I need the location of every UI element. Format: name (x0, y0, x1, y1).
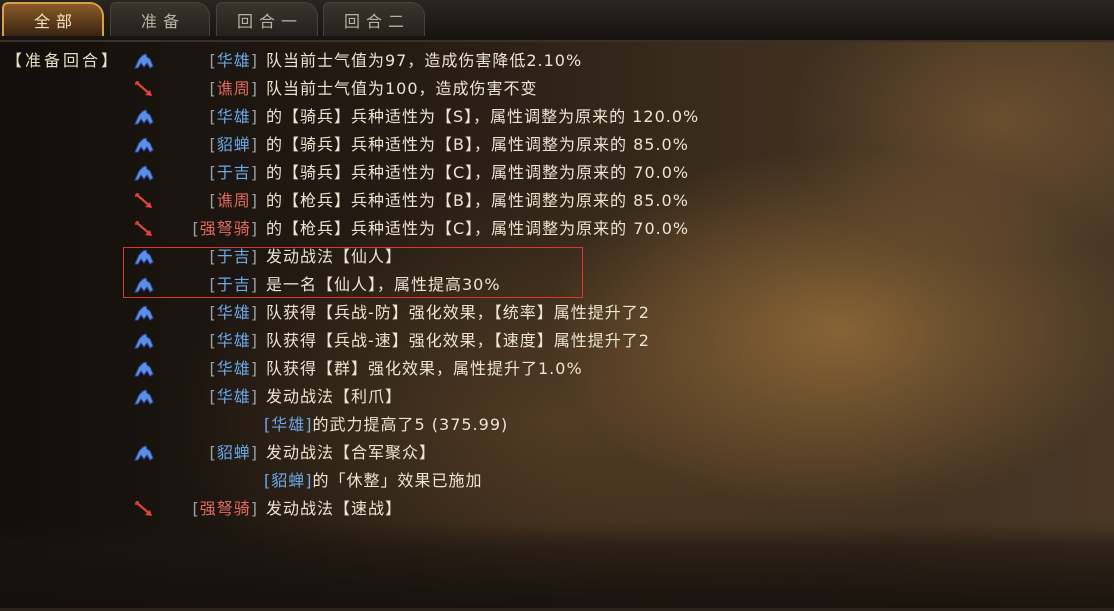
log-subtext: [貂蝉]的「休整」效果已施加 (264, 471, 483, 490)
log-text: 队获得【兵战-防】强化效果，【统率】属性提升了2 (266, 303, 650, 322)
log-row: [华雄] 队获得【兵战-防】强化效果，【统率】属性提升了2 (0, 299, 1114, 327)
blue-horse-icon (134, 361, 154, 377)
red-arrow-icon (135, 193, 152, 208)
blue-horse-icon (134, 53, 154, 69)
log-row: [貂蝉] 的【骑兵】兵种适性为【B】，属性调整为原来的 85.0% (0, 131, 1114, 159)
log-text: 队当前士气值为97，造成伤害降低2.10% (266, 51, 583, 70)
tab-all[interactable]: 全部 (2, 2, 104, 36)
general-name[interactable]: [于吉] (209, 159, 258, 187)
general-name[interactable]: [谯周] (209, 75, 258, 103)
general-name[interactable]: [华雄] (264, 415, 313, 434)
red-arrow-icon (135, 501, 152, 516)
blue-horse-icon (134, 109, 154, 125)
general-name[interactable]: [华雄] (209, 47, 258, 75)
tab-label: 回合二 (343, 11, 410, 31)
log-row: [华雄]的武力提高了5 (375.99) (0, 411, 1114, 439)
blue-horse-icon (134, 333, 154, 349)
tab-label: 准备 (140, 11, 185, 31)
bottom-fade (0, 522, 1114, 611)
log-text: 队获得【兵战-速】强化效果，【速度】属性提升了2 (266, 331, 650, 350)
general-name[interactable]: [华雄] (209, 299, 258, 327)
log-row: [华雄] 队当前士气值为97，造成伤害降低2.10% (0, 47, 1114, 75)
blue-horse-icon (134, 305, 154, 321)
blue-horse-icon (134, 165, 154, 181)
log-text: 发动战法【合军聚众】 (266, 443, 437, 462)
tab-label: 回合一 (236, 11, 303, 31)
tab-prepare[interactable]: 准备 (110, 2, 210, 36)
log-row: [华雄] 发动战法【利爪】 (0, 383, 1114, 411)
log-text: 发动战法【利爪】 (266, 387, 403, 406)
tab-round-two[interactable]: 回合二 (323, 2, 425, 36)
log-row: [于吉] 的【骑兵】兵种适性为【C】，属性调整为原来的 70.0% (0, 159, 1114, 187)
log-text: 的【骑兵】兵种适性为【S】，属性调整为原来的 120.0% (266, 107, 700, 126)
log-row: [谯周] 队当前士气值为100，造成伤害不变 (0, 75, 1114, 103)
general-name[interactable]: [强弩骑] (192, 215, 258, 243)
tab-label: 全部 (33, 12, 78, 31)
log-subtext: [华雄]的武力提高了5 (375.99) (264, 415, 509, 434)
log-row: [谯周] 的【枪兵】兵种适性为【B】，属性调整为原来的 85.0% (0, 187, 1114, 215)
red-arrow-icon (135, 81, 152, 96)
general-name[interactable]: [华雄] (209, 355, 258, 383)
log-row: [华雄] 的【骑兵】兵种适性为【S】，属性调整为原来的 120.0% (0, 103, 1114, 131)
highlight-box (123, 247, 583, 298)
general-name[interactable]: [貂蝉] (209, 131, 258, 159)
log-row: [强弩骑] 的【枪兵】兵种适性为【C】，属性调整为原来的 70.0% (0, 215, 1114, 243)
general-name[interactable]: [强弩骑] (192, 495, 258, 523)
general-name[interactable]: [华雄] (209, 327, 258, 355)
general-name[interactable]: [华雄] (209, 103, 258, 131)
log-text: 的【骑兵】兵种适性为【B】，属性调整为原来的 85.0% (266, 135, 689, 154)
log-row: [貂蝉]的「休整」效果已施加 (0, 467, 1114, 495)
blue-horse-icon (134, 137, 154, 153)
log-row: [貂蝉] 发动战法【合军聚众】 (0, 439, 1114, 467)
general-name[interactable]: [谯周] (209, 187, 258, 215)
log-row: [华雄] 队获得【兵战-速】强化效果，【速度】属性提升了2 (0, 327, 1114, 355)
blue-horse-icon (134, 389, 154, 405)
log-text: 的【枪兵】兵种适性为【C】，属性调整为原来的 70.0% (266, 219, 690, 238)
general-name[interactable]: [华雄] (209, 383, 258, 411)
tab-bar: 全部 准备 回合一 回合二 (0, 0, 1114, 42)
general-name[interactable]: [貂蝉] (264, 471, 313, 490)
log-text: 的【枪兵】兵种适性为【B】，属性调整为原来的 85.0% (266, 191, 689, 210)
log-text: 队获得【群】强化效果，属性提升了1.0% (266, 359, 583, 378)
log-text: 队当前士气值为100，造成伤害不变 (266, 79, 538, 98)
tab-round-one[interactable]: 回合一 (216, 2, 318, 36)
log-row: [强弩骑] 发动战法【速战】 (0, 495, 1114, 523)
log-row: [华雄] 队获得【群】强化效果，属性提升了1.0% (0, 355, 1114, 383)
log-text: 发动战法【速战】 (266, 499, 403, 518)
log-text: 的【骑兵】兵种适性为【C】，属性调整为原来的 70.0% (266, 163, 690, 182)
red-arrow-icon (135, 221, 152, 236)
blue-horse-icon (134, 445, 154, 461)
general-name[interactable]: [貂蝉] (209, 439, 258, 467)
